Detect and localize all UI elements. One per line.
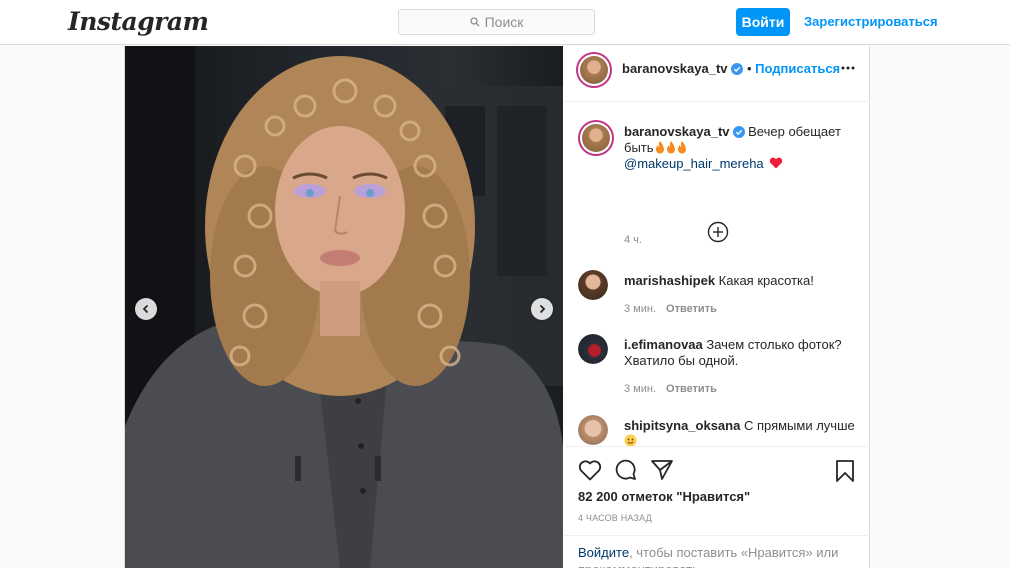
comment-meta: 3 мин. Ответить [624, 301, 717, 317]
more-horizontal-icon [841, 66, 855, 70]
comment-clip: shipitsyna_oksana С прямыми лучше [564, 406, 870, 446]
caption-time: 4 ч. [624, 234, 642, 246]
follow-button[interactable]: Подписаться [755, 61, 840, 76]
post-photo[interactable] [125, 46, 563, 568]
login-button[interactable]: Войти [736, 8, 790, 36]
previous-photo-button[interactable] [135, 298, 157, 320]
commenter-avatar[interactable] [578, 270, 608, 300]
comment-text: shipitsyna_oksana С прямыми лучше [624, 418, 860, 446]
author-avatar[interactable] [576, 52, 612, 88]
heart-icon [578, 460, 602, 481]
caption-text: baranovskaya_tv Вечер обещает быть @make… [624, 124, 860, 172]
load-more-comments-button[interactable] [707, 221, 729, 248]
comment-item: marishashipek Какая красотка! 3 мин. Отве… [578, 270, 858, 320]
comment-body: Какая красотка! [718, 273, 814, 288]
commenter-avatar[interactable] [578, 334, 608, 364]
fire-emoji-icon [666, 141, 675, 154]
reply-button[interactable]: Ответить [666, 383, 717, 395]
login-prompt-link[interactable]: Войдите [578, 545, 629, 560]
login-prompt: Войдите, чтобы поставить «Нравится» или … [564, 535, 870, 568]
post-header: baranovskaya_tv • Подписаться [564, 46, 870, 102]
mention-link[interactable]: @makeup_hair_mereha [624, 156, 764, 171]
comment-item: shipitsyna_oksana С прямыми лучше [578, 415, 858, 446]
chevron-left-icon [142, 304, 149, 314]
comment-username[interactable]: marishashipek [624, 273, 715, 288]
smiling-emoji-icon [624, 434, 637, 446]
verified-badge-icon [732, 126, 745, 138]
post-container: baranovskaya_tv • Подписаться baranovska… [124, 46, 870, 568]
instagram-logo[interactable]: Instagram [68, 7, 209, 36]
comment-bubble-icon [615, 459, 636, 480]
save-button[interactable] [834, 459, 856, 488]
comment-meta: 3 мин. Ответить [624, 381, 717, 397]
comment-item: i.efimanovaa Зачем столько фоток? Хватил… [578, 334, 858, 399]
commenter-avatar[interactable] [578, 415, 608, 445]
caption: baranovskaya_tv Вечер обещает быть @make… [578, 120, 860, 246]
caption-avatar[interactable] [578, 120, 614, 156]
bookmark-icon [836, 460, 854, 482]
fire-emoji-icon [655, 141, 664, 154]
comment-time: 3 мин. [624, 303, 657, 315]
verified-badge-icon [730, 63, 743, 75]
reply-button[interactable]: Ответить [666, 303, 717, 315]
separator-dot: • [746, 61, 756, 76]
red-heart-emoji-icon [770, 157, 783, 169]
share-button[interactable] [650, 459, 674, 486]
search-placeholder: Поиск [484, 14, 524, 30]
comment-username[interactable]: i.efimanovaa [624, 337, 703, 352]
more-options-button[interactable] [840, 60, 856, 81]
signup-link[interactable]: Зарегистрироваться [804, 14, 938, 29]
post-actions: 82 200 отметок "Нравится" 4 ЧАСОВ НАЗАД … [564, 446, 870, 568]
comment-text: marishashipek Какая красотка! [624, 273, 860, 289]
like-button[interactable] [578, 459, 602, 486]
search-input[interactable]: Поиск [398, 9, 595, 35]
top-nav: Instagram Поиск Войти Зарегистрироваться [0, 0, 1010, 45]
chevron-right-icon [539, 304, 546, 314]
post-sidebar: baranovskaya_tv • Подписаться baranovska… [564, 46, 870, 568]
plus-circle-icon [707, 221, 729, 243]
comment-text: i.efimanovaa Зачем столько фоток? Хватил… [624, 337, 860, 369]
author-info: baranovskaya_tv • Подписаться [622, 60, 840, 78]
search-icon [469, 17, 480, 27]
comment-username[interactable]: shipitsyna_oksana [624, 418, 740, 433]
paper-plane-icon [651, 460, 673, 480]
photo-illustration [125, 46, 563, 568]
comment-body: С прямыми лучше [743, 418, 855, 433]
author-username[interactable]: baranovskaya_tv [622, 61, 728, 76]
caption-username[interactable]: baranovskaya_tv [624, 124, 730, 139]
post-timestamp: 4 ЧАСОВ НАЗАД [578, 513, 652, 523]
fire-emoji-icon [677, 141, 686, 154]
likes-count[interactable]: 82 200 отметок "Нравится" [578, 489, 750, 504]
comment-time: 3 мин. [624, 383, 657, 395]
next-photo-button[interactable] [531, 298, 553, 320]
comment-button[interactable] [614, 459, 638, 486]
